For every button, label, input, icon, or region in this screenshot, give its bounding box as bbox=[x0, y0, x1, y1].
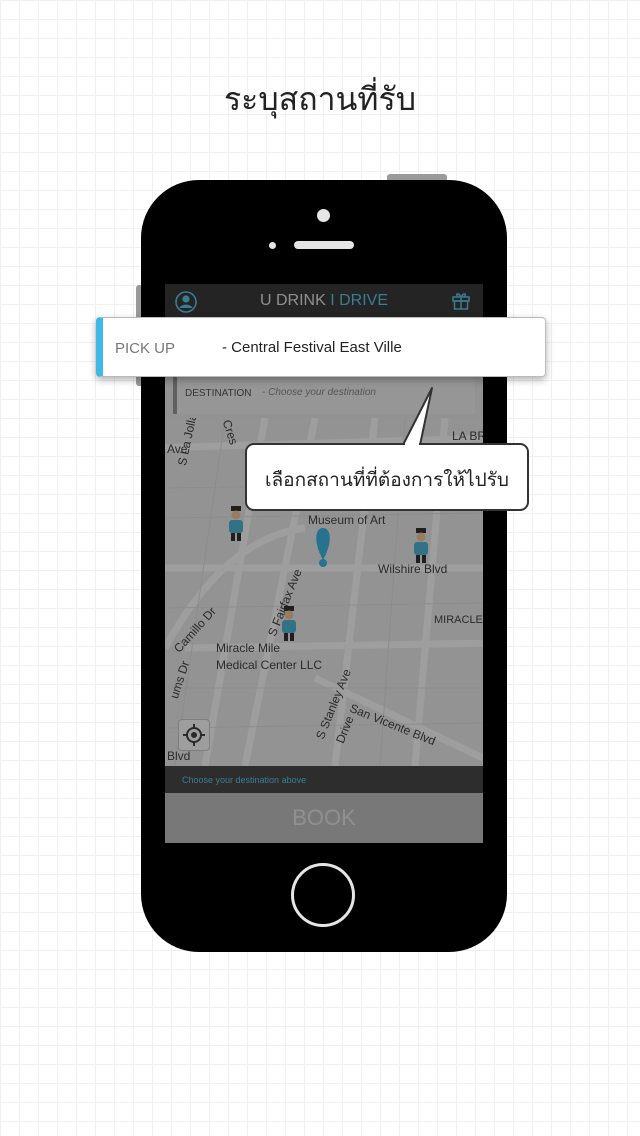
pickup-value: - Central Festival East Ville bbox=[222, 339, 402, 356]
phone-sensor bbox=[269, 242, 276, 249]
callout-text: เลือกสถานที่ที่ต้องการให้ไปรับ bbox=[265, 469, 509, 491]
phone-speaker bbox=[294, 241, 354, 249]
pickup-field[interactable]: PICK UP - Central Festival East Ville bbox=[96, 317, 546, 377]
instruction-callout: เลือกสถานที่ที่ต้องการให้ไปรับ bbox=[245, 443, 529, 511]
phone-home-button[interactable] bbox=[291, 863, 355, 927]
phone-camera bbox=[317, 209, 330, 222]
page-headline: ระบุสถานที่รับ bbox=[223, 80, 417, 118]
pickup-label: PICK UP bbox=[115, 340, 176, 357]
